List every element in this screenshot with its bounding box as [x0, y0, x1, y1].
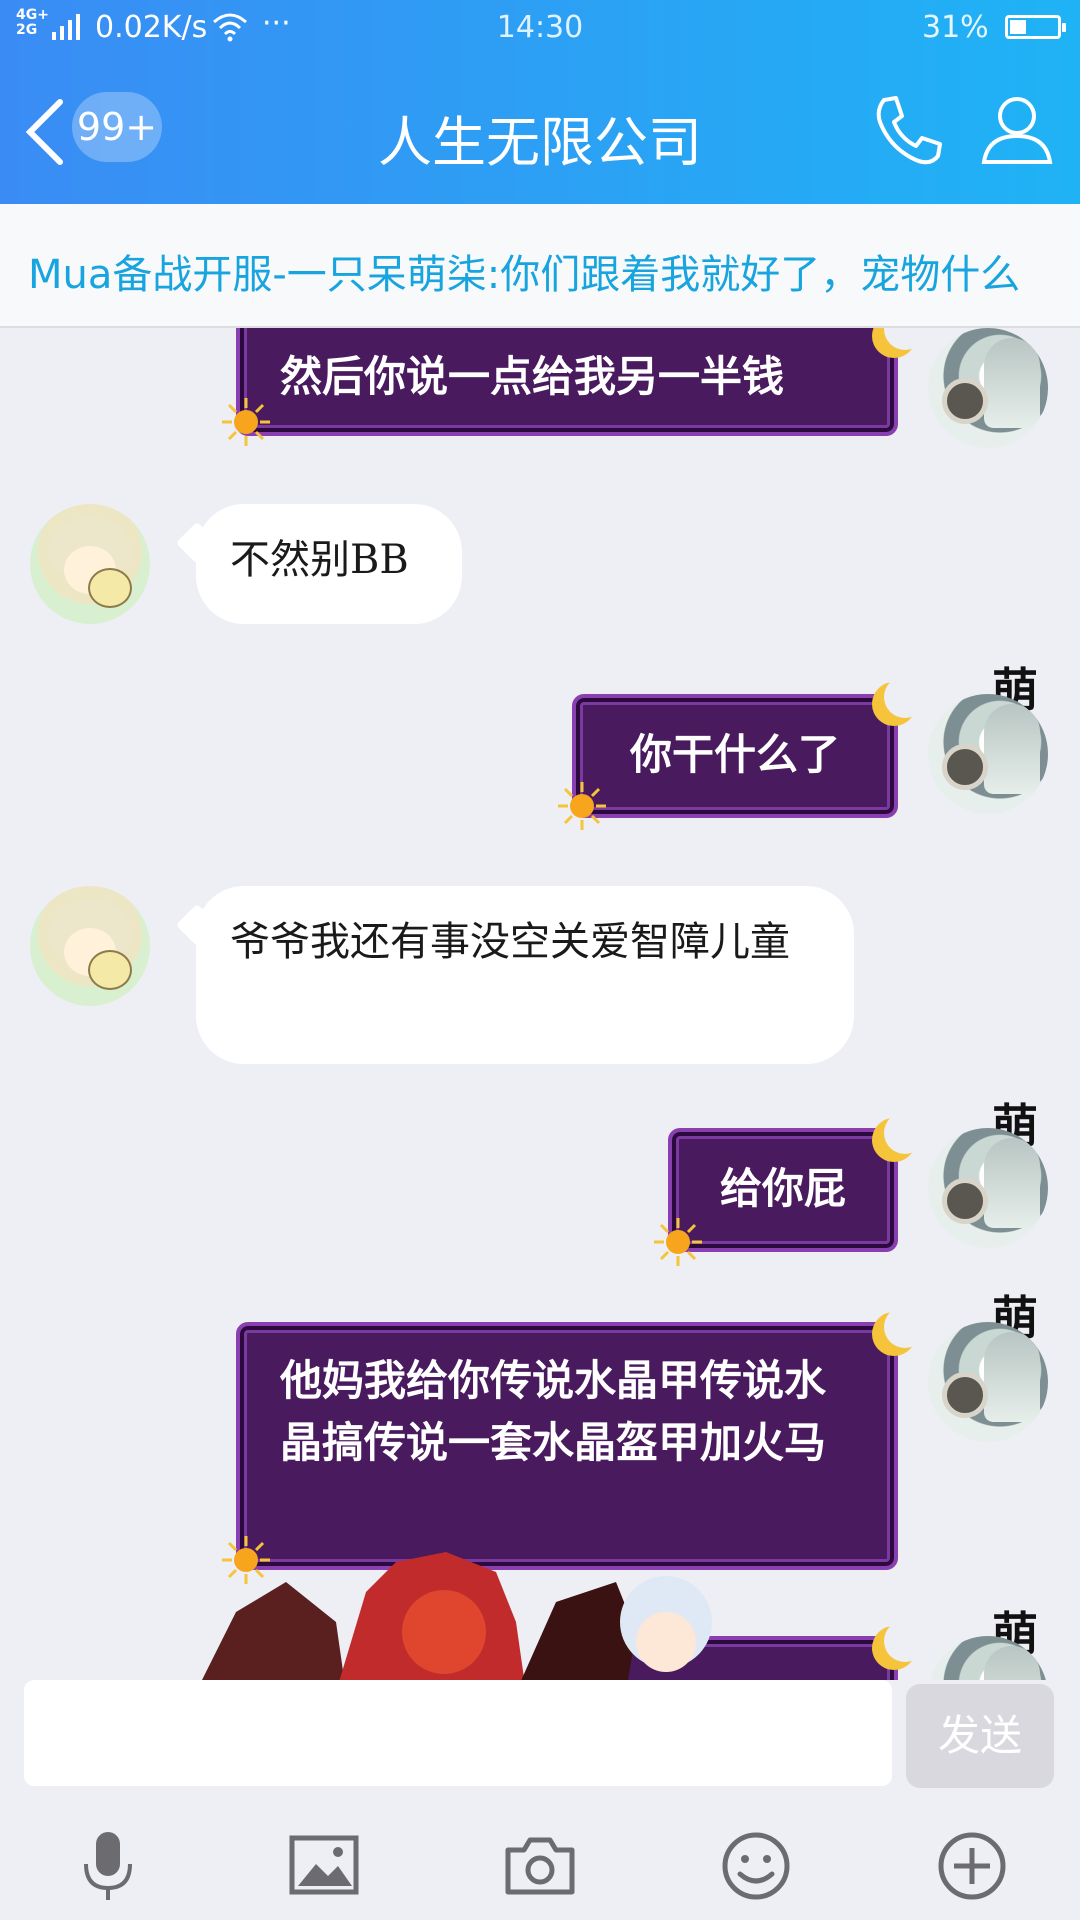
message-text: 然后你说一点给我另一半钱	[280, 352, 785, 401]
message-bubble[interactable]: 不然别BB	[196, 504, 462, 624]
moon-decoration	[872, 1620, 926, 1670]
group-profile-icon[interactable]	[980, 92, 1054, 166]
input-area: 发送	[0, 1680, 1080, 1920]
message-text: 不然别BB	[230, 537, 409, 583]
battery-percent: 31%	[922, 10, 989, 45]
status-bar: 4G+ 2G 0.02K/s ··· 14:30 31%	[0, 0, 1080, 56]
message-bubble[interactable]: 爷爷我还有事没空关爱智障儿童	[196, 886, 854, 1064]
message-text: 他妈我给你传说水晶甲传说水晶搞传说一套水晶盔甲加火马	[280, 1356, 827, 1467]
sender-avatar[interactable]	[928, 1322, 1048, 1442]
microphone-icon[interactable]	[68, 1826, 148, 1906]
message-bubble[interactable]: 他妈我给你传说水晶甲传说水晶搞传说一套水晶盔甲加火马	[236, 1322, 898, 1570]
chat-messages[interactable]: 然后你说一点给我另一半钱 不然别BB 萌 你干什么了 爷爷我还有事没空关爱智障儿…	[0, 328, 1080, 1680]
image-icon[interactable]	[284, 1826, 364, 1906]
group-notice-bar[interactable]: Mua备战开服-一只呆萌柒:你们跟着我就好了，宠物什么	[0, 204, 1080, 328]
sun-decoration	[654, 1218, 702, 1266]
message-input[interactable]	[24, 1680, 892, 1786]
sender-avatar[interactable]	[30, 504, 150, 624]
message-bubble[interactable]: 你干什么了	[572, 694, 898, 818]
camera-icon[interactable]	[500, 1826, 580, 1906]
emoji-icon[interactable]	[716, 1826, 796, 1906]
sender-avatar[interactable]	[30, 886, 150, 1006]
send-button[interactable]: 发送	[906, 1684, 1054, 1788]
top-bar: 4G+ 2G 0.02K/s ··· 14:30 31% 99+ 人生无限公司	[0, 0, 1080, 204]
message-text: 你干什么了	[629, 730, 840, 779]
sender-avatar[interactable]	[928, 1128, 1048, 1248]
dragon-sticker-image	[202, 1552, 712, 1680]
sender-avatar[interactable]	[928, 694, 1048, 814]
moon-decoration	[872, 1112, 926, 1162]
sun-decoration	[558, 782, 606, 830]
plus-icon[interactable]	[932, 1826, 1012, 1906]
message-bubble[interactable]: 然后你说一点给我另一半钱	[236, 328, 898, 436]
sender-avatar[interactable]	[928, 328, 1048, 448]
message-text: 爷爷我还有事没空关爱智障儿童	[230, 919, 790, 965]
message-text: 给你屁	[719, 1164, 846, 1213]
notice-text: Mua备战开服-一只呆萌柒:你们跟着我就好了，宠物什么	[28, 252, 1021, 298]
phone-icon[interactable]	[870, 92, 948, 170]
clock: 14:30	[496, 10, 584, 45]
moon-decoration	[872, 676, 926, 726]
sun-decoration	[222, 398, 270, 446]
moon-decoration	[872, 1306, 926, 1356]
battery-icon	[1005, 15, 1066, 39]
